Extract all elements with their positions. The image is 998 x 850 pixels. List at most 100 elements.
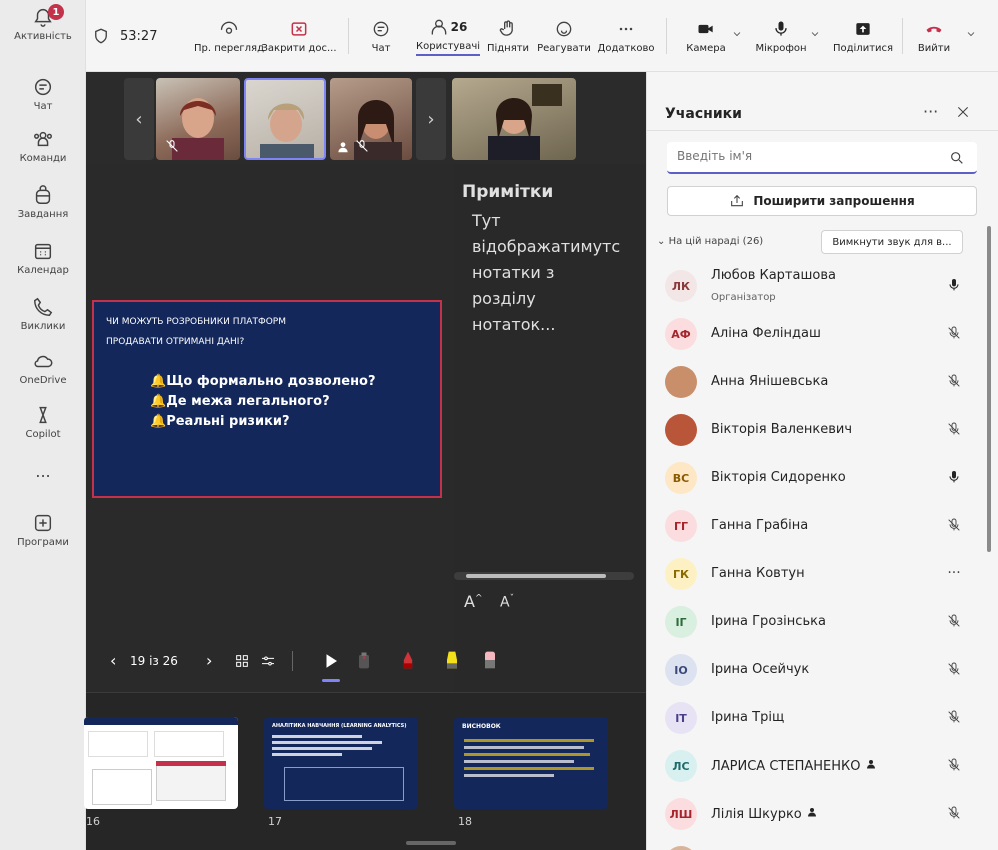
strip-scroll-thumb[interactable] [406, 841, 456, 845]
red-pen-icon[interactable] [398, 645, 418, 675]
video-tile-speaker[interactable] [452, 78, 576, 160]
eraser-dark-icon[interactable] [354, 647, 374, 673]
avatar [665, 414, 697, 446]
participant-name-text: Анна Янішевська [711, 374, 829, 389]
leave-options-chevron[interactable] [962, 0, 980, 72]
meeting-toolbar: 53:27 Пр. перегляд Закрити дос... Чат 26… [86, 0, 998, 72]
participant-name: ЛАРИСА СТЕПАНЕНКО [711, 758, 877, 774]
participant-row[interactable]: ЛШ Лілія Шкурко [647, 790, 987, 838]
highlighter-icon[interactable] [442, 645, 462, 675]
participant-row[interactable]: ГК Ганна Ковтун ··· [647, 550, 987, 598]
react-button[interactable]: Реагувати [537, 0, 591, 72]
camera-button[interactable]: Камера [678, 0, 734, 72]
prev-slide-button[interactable]: ‹ [110, 651, 116, 670]
close-access-button[interactable]: Закрити дос... [262, 0, 337, 72]
close-icon[interactable] [955, 104, 971, 120]
participant-name-text: Ганна Грабіна [711, 518, 809, 533]
thumb-block [88, 731, 148, 757]
rail-calendar[interactable]: Календар [0, 240, 86, 276]
preview-button[interactable]: Пр. перегляд [194, 0, 264, 72]
participant-row[interactable]: ЛК Любов Карташова Організатор [647, 262, 987, 310]
meeting-timer: 53:27 [92, 0, 157, 72]
thumb-line [464, 753, 590, 756]
slide-thumbnails: 16 АНАЛІТИКА НАВЧАННЯ (LEARNING ANALYTIC… [84, 692, 646, 850]
slide-thumb-16[interactable] [84, 717, 238, 809]
camera-options-chevron[interactable] [730, 0, 744, 72]
raise-hand-button[interactable]: Підняти [487, 0, 529, 72]
people-icon-wrap: 26 [429, 17, 467, 37]
rail-copilot[interactable]: Copilot [0, 404, 86, 440]
participant-row[interactable]: АФ Аліна Феліндаш [647, 310, 987, 358]
participant-row[interactable]: Вікторія Валенкевич [647, 406, 987, 454]
face [260, 103, 314, 158]
toolbar-divider [902, 18, 903, 54]
video-tile[interactable] [330, 78, 412, 160]
next-slide-button[interactable]: › [206, 651, 212, 670]
thumb-block [154, 731, 224, 757]
slide-thumb-18[interactable]: ВИСНОВОК [454, 717, 608, 809]
rail-assignments[interactable]: Завдання [0, 184, 86, 220]
search-input[interactable] [667, 142, 977, 174]
mute-all-button[interactable]: Вимкнути звук для в... [821, 230, 963, 254]
more-button[interactable]: Додатково [598, 0, 654, 72]
settings-sliders-icon[interactable] [260, 653, 276, 669]
participant-role: Організатор [711, 292, 776, 303]
share-invite-button[interactable]: Поширити запрошення [667, 186, 977, 216]
participant-row[interactable]: Людмила Гончаренко [647, 838, 987, 850]
notes-scroll-thumb[interactable] [466, 574, 606, 578]
pointer-icon[interactable] [322, 651, 340, 671]
mic-button[interactable]: Мікрофон [750, 0, 812, 72]
font-decrease-button[interactable]: Aˇ [500, 594, 514, 611]
section-header[interactable]: ⌄ На цій нараді (26) [657, 236, 763, 247]
chat-icon [373, 21, 389, 36]
microphone-icon [943, 466, 965, 488]
panel-scrollbar[interactable] [987, 226, 991, 552]
thumbs-next-button[interactable]: › [416, 78, 446, 160]
notes-title: Примітки [462, 182, 554, 202]
current-slide[interactable]: ЧИ МОЖУТЬ РОЗРОБНИКИ ПЛАТФОРМ ПРОДАВАТИ … [92, 300, 442, 498]
participant-name-text: Ірина Грозінська [711, 614, 826, 629]
chat-button[interactable]: Чат [366, 0, 396, 72]
rail-teams[interactable]: Команди [0, 128, 86, 164]
participant-name: Ірина Тріщ [711, 710, 784, 725]
rail-calls[interactable]: Виклики [0, 296, 86, 332]
slide-counter: 19 із 26 [130, 654, 178, 668]
participant-row[interactable]: ІГ Ірина Грозінська [647, 598, 987, 646]
panel-more-button[interactable]: ··· [923, 102, 938, 121]
eraser-icon[interactable] [480, 645, 500, 675]
search-field[interactable] [677, 149, 937, 163]
chevron-down-icon: ⌄ [657, 236, 666, 247]
leave-button[interactable]: Вийти [914, 0, 954, 72]
rail-chat[interactable]: Чат [0, 76, 86, 112]
hand-icon [499, 19, 513, 36]
grid-view-icon[interactable] [234, 653, 250, 669]
video-tile[interactable] [156, 78, 240, 160]
rail-more[interactable]: ... [0, 462, 86, 481]
pointer-active-indicator [322, 679, 340, 682]
mic-muted-icon [943, 706, 965, 728]
rail-onedrive[interactable]: OneDrive [0, 350, 86, 386]
participant-row[interactable]: ІТ Ірина Тріщ [647, 694, 987, 742]
participant-row[interactable]: ВС Вікторія Сидоренко [647, 454, 987, 502]
slide-thumb-17[interactable]: АНАЛІТИКА НАВЧАННЯ (LEARNING ANALYTICS) [264, 717, 418, 809]
thumbs-prev-button[interactable]: ‹ [124, 78, 154, 160]
microphone-icon [775, 21, 787, 36]
video-tile-active[interactable] [244, 78, 326, 160]
participant-row[interactable]: ГГ Ганна Грабіна [647, 502, 987, 550]
participant-row[interactable]: ЛС ЛАРИСА СТЕПАНЕНКО [647, 742, 987, 790]
controls-divider [292, 651, 293, 671]
participant-row[interactable]: ІО Ірина Осейчук [647, 646, 987, 694]
people-button[interactable]: 26 Користувачі [416, 0, 481, 72]
share-button[interactable]: Поділитися [830, 0, 896, 72]
rail-activity[interactable]: 1 Активність [0, 4, 86, 42]
participant-name: Вікторія Валенкевич [711, 422, 852, 437]
mic-options-chevron[interactable] [808, 0, 822, 72]
participant-row[interactable]: Анна Янішевська [647, 358, 987, 406]
presenter-controls: ‹ 19 із 26 › [86, 617, 646, 697]
thumb-diagram [284, 767, 404, 801]
slide-question-line: ЧИ МОЖУТЬ РОЗРОБНИКИ ПЛАТФОРМ [106, 317, 286, 327]
rail-apps[interactable]: Програми [0, 512, 86, 548]
font-increase-button[interactable]: A^ [464, 592, 483, 611]
notes-scrollbar[interactable] [454, 572, 634, 580]
participant-name-text: Ірина Тріщ [711, 710, 785, 725]
